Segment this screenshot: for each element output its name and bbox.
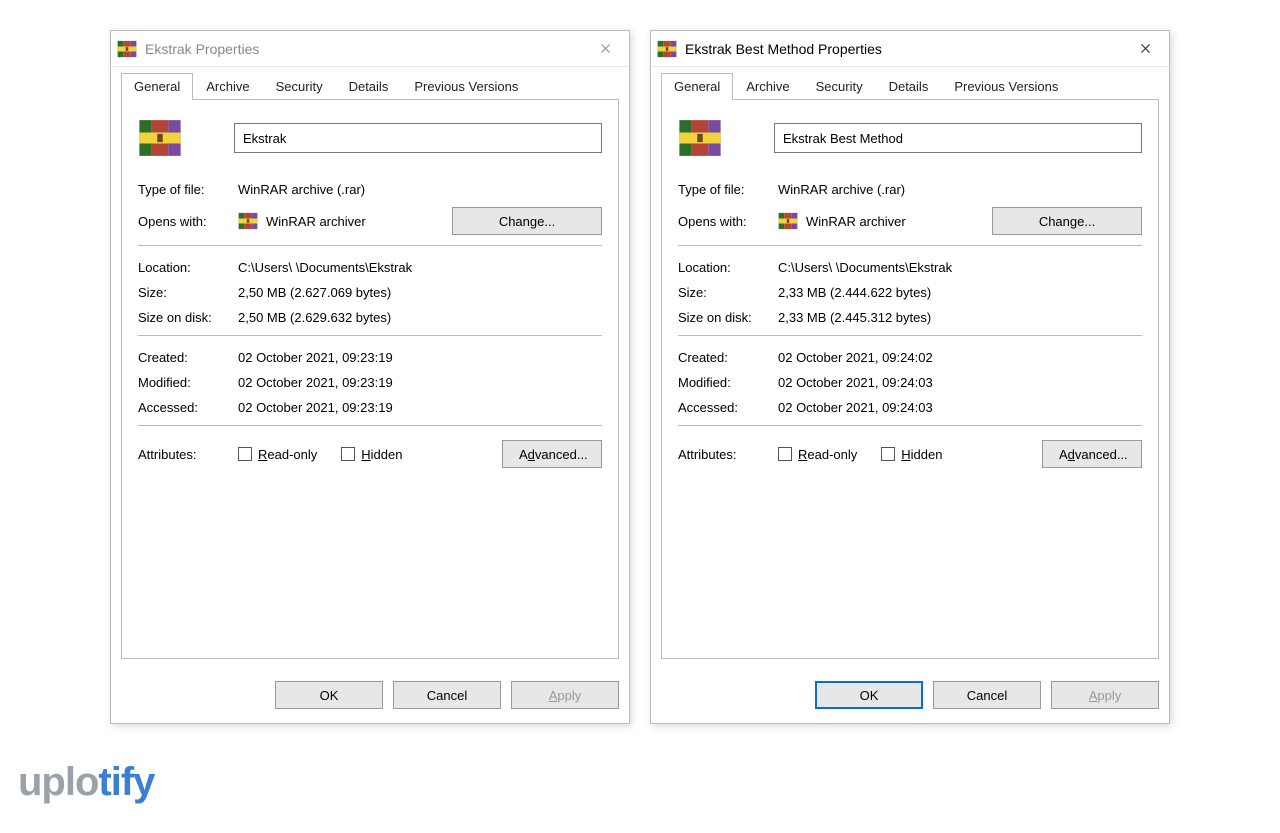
label-modified: Modified: — [678, 375, 778, 390]
advanced-button[interactable]: Advanced... — [1042, 440, 1142, 468]
titlebar[interactable]: Ekstrak Best Method Properties — [651, 31, 1169, 67]
value-location: C:\Users\ \Documents\Ekstrak — [778, 260, 1142, 275]
checkbox-readonly[interactable] — [238, 447, 252, 461]
dialog-footer: OK Cancel Apply — [651, 669, 1169, 723]
cancel-button[interactable]: Cancel — [933, 681, 1041, 709]
tab-security[interactable]: Security — [263, 73, 336, 100]
label-opens-with: Opens with: — [678, 214, 778, 229]
tab-general[interactable]: General — [121, 73, 193, 100]
label-size: Size: — [678, 285, 778, 300]
change-button[interactable]: Change... — [992, 207, 1142, 235]
window-title: Ekstrak Properties — [145, 41, 589, 57]
label-accessed: Accessed: — [678, 400, 778, 415]
winrar-icon — [778, 211, 798, 231]
value-modified: 02 October 2021, 09:24:03 — [778, 375, 1142, 390]
general-panel: Type of file: WinRAR archive (.rar) Open… — [121, 99, 619, 659]
winrar-icon — [117, 39, 137, 59]
opens-with-app: WinRAR archiver — [806, 214, 906, 229]
tab-previous-versions[interactable]: Previous Versions — [941, 73, 1071, 100]
file-type-icon — [678, 116, 722, 160]
tab-archive[interactable]: Archive — [733, 73, 802, 100]
tab-strip: General Archive Security Details Previou… — [651, 67, 1169, 99]
tab-security[interactable]: Security — [803, 73, 876, 100]
value-type-of-file: WinRAR archive (.rar) — [778, 182, 1142, 197]
checkbox-readonly[interactable] — [778, 447, 792, 461]
winrar-icon — [238, 211, 258, 231]
label-created: Created: — [138, 350, 238, 365]
value-size: 2,33 MB (2.444.622 bytes) — [778, 285, 1142, 300]
general-panel: Type of file: WinRAR archive (.rar) Open… — [661, 99, 1159, 659]
label-size-on-disk: Size on disk: — [678, 310, 778, 325]
value-size-on-disk: 2,50 MB (2.629.632 bytes) — [238, 310, 602, 325]
label-location: Location: — [138, 260, 238, 275]
label-size: Size: — [138, 285, 238, 300]
separator — [678, 425, 1142, 426]
value-location: C:\Users\ \Documents\Ekstrak — [238, 260, 602, 275]
window-title: Ekstrak Best Method Properties — [685, 41, 1129, 57]
label-readonly: Read-only — [258, 447, 317, 462]
file-name-input[interactable] — [774, 123, 1142, 153]
value-accessed: 02 October 2021, 09:24:03 — [778, 400, 1142, 415]
separator — [678, 335, 1142, 336]
separator — [138, 335, 602, 336]
label-hidden: Hidden — [361, 447, 402, 462]
tab-details[interactable]: Details — [336, 73, 402, 100]
label-hidden: Hidden — [901, 447, 942, 462]
apply-button: Apply — [1051, 681, 1159, 709]
label-opens-with: Opens with: — [138, 214, 238, 229]
tab-general[interactable]: General — [661, 73, 733, 100]
value-size-on-disk: 2,33 MB (2.445.312 bytes) — [778, 310, 1142, 325]
ok-button[interactable]: OK — [275, 681, 383, 709]
tab-details[interactable]: Details — [876, 73, 942, 100]
label-attributes: Attributes: — [138, 447, 238, 462]
value-accessed: 02 October 2021, 09:23:19 — [238, 400, 602, 415]
tab-previous-versions[interactable]: Previous Versions — [401, 73, 531, 100]
checkbox-hidden[interactable] — [881, 447, 895, 461]
checkbox-hidden[interactable] — [341, 447, 355, 461]
tab-archive[interactable]: Archive — [193, 73, 262, 100]
winrar-icon — [657, 39, 677, 59]
separator — [678, 245, 1142, 246]
cancel-button[interactable]: Cancel — [393, 681, 501, 709]
value-created: 02 October 2021, 09:23:19 — [238, 350, 602, 365]
label-created: Created: — [678, 350, 778, 365]
watermark: uplotify — [18, 760, 154, 805]
close-icon[interactable] — [589, 35, 621, 63]
separator — [138, 425, 602, 426]
dialog-pair: Ekstrak Properties General Archive Secur… — [0, 0, 1280, 754]
label-type-of-file: Type of file: — [678, 182, 778, 197]
label-size-on-disk: Size on disk: — [138, 310, 238, 325]
dialog-footer: OK Cancel Apply — [111, 669, 629, 723]
separator — [138, 245, 602, 246]
tab-strip: General Archive Security Details Previou… — [111, 67, 629, 99]
advanced-button[interactable]: Advanced... — [502, 440, 602, 468]
label-attributes: Attributes: — [678, 447, 778, 462]
label-type-of-file: Type of file: — [138, 182, 238, 197]
value-size: 2,50 MB (2.627.069 bytes) — [238, 285, 602, 300]
properties-dialog-left: Ekstrak Properties General Archive Secur… — [110, 30, 630, 724]
label-readonly: Read-only — [798, 447, 857, 462]
properties-dialog-right: Ekstrak Best Method Properties General A… — [650, 30, 1170, 724]
file-name-input[interactable] — [234, 123, 602, 153]
close-icon[interactable] — [1129, 35, 1161, 63]
value-created: 02 October 2021, 09:24:02 — [778, 350, 1142, 365]
ok-button[interactable]: OK — [815, 681, 923, 709]
change-button[interactable]: Change... — [452, 207, 602, 235]
apply-button: Apply — [511, 681, 619, 709]
opens-with-app: WinRAR archiver — [266, 214, 366, 229]
value-modified: 02 October 2021, 09:23:19 — [238, 375, 602, 390]
titlebar[interactable]: Ekstrak Properties — [111, 31, 629, 67]
label-modified: Modified: — [138, 375, 238, 390]
file-type-icon — [138, 116, 182, 160]
label-accessed: Accessed: — [138, 400, 238, 415]
label-location: Location: — [678, 260, 778, 275]
value-type-of-file: WinRAR archive (.rar) — [238, 182, 602, 197]
